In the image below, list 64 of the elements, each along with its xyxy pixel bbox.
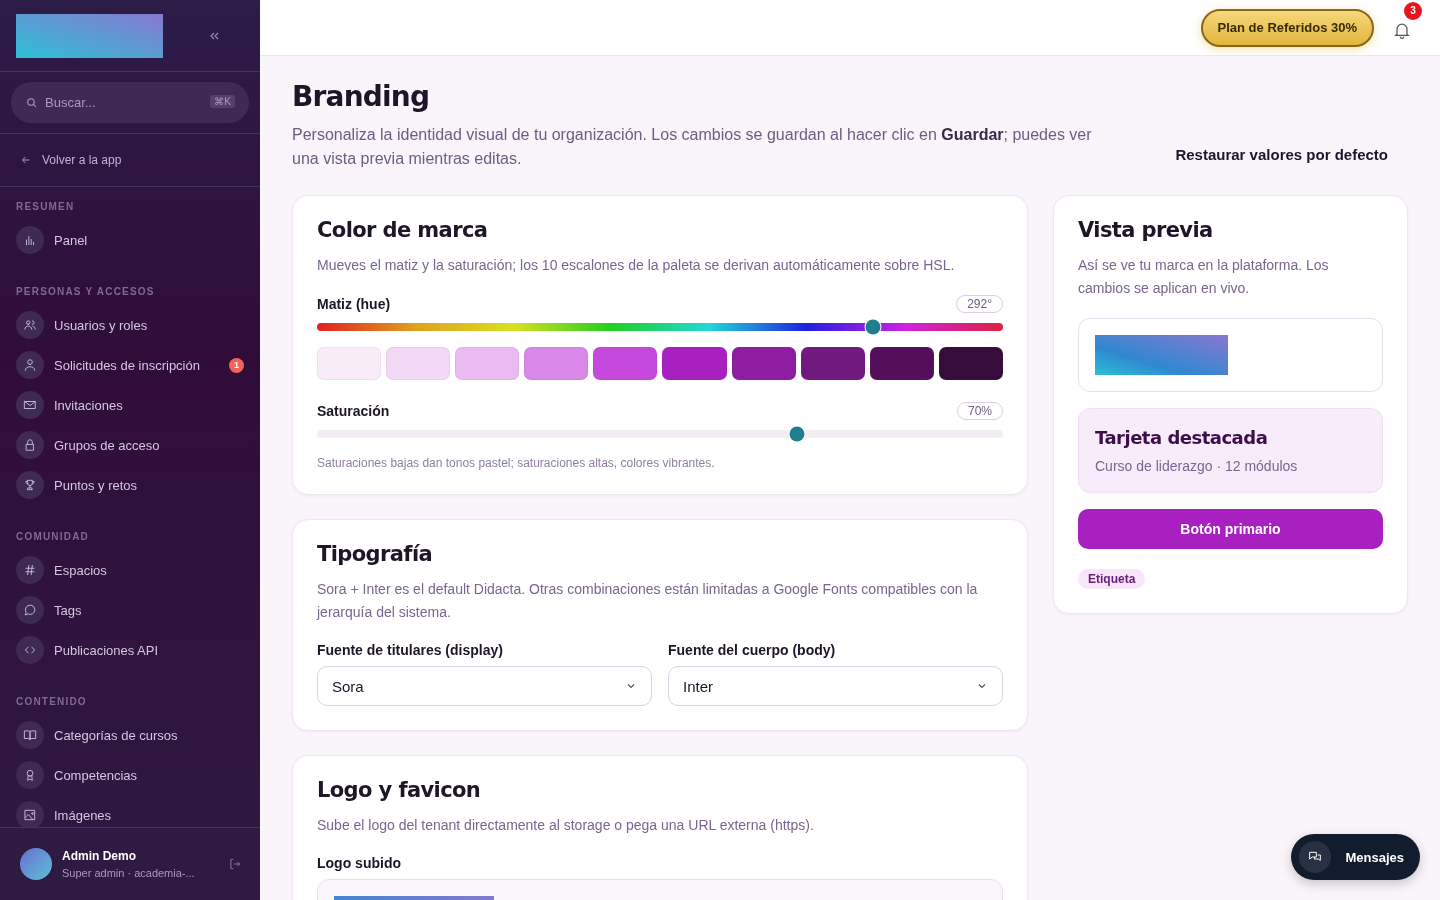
section-heading: RESUMEN xyxy=(15,200,76,214)
logout-icon[interactable] xyxy=(228,857,242,871)
nav-item[interactable]: Solicitudes de inscripción 1 xyxy=(0,345,260,385)
section-heading: CONTENIDO xyxy=(15,695,88,709)
card-description: Sube el logo del tenant directamente al storage o pega una URL externa (https). xyxy=(317,816,815,835)
card-title: Tipografía xyxy=(317,542,434,566)
page-description: Personaliza la identidad visual de tu organización. Los cambios se guardan al hacer clic en Guardar; puedes ver una vista previa mientras editas. xyxy=(292,125,1093,169)
nav-item[interactable]: Invitaciones xyxy=(0,385,260,425)
hint-text: Saturaciones bajas dan tonos pastel; saturaciones altas, colores vibrantes. xyxy=(317,456,716,470)
featured-card-title: Tarjeta destacada xyxy=(1095,427,1269,448)
nav-item[interactable]: Puntos y retos xyxy=(0,465,260,505)
section-heading: COMUNIDAD xyxy=(15,530,91,544)
featured-card-subtitle: Curso de liderazgo · 12 módulos xyxy=(1095,458,1299,474)
slider-label: Saturación xyxy=(317,403,390,419)
slider-thumb[interactable] xyxy=(789,426,805,442)
nav-item[interactable]: Usuarios y roles xyxy=(0,305,260,345)
count-badge: 1 xyxy=(229,357,244,373)
restore-defaults-button[interactable]: Restaurar valores por defecto xyxy=(1175,146,1408,171)
nav-item[interactable]: Tags xyxy=(0,590,260,630)
page-title: Branding xyxy=(292,80,431,113)
card-description: Sora + Inter es el default Didacta. Otras combinaciones están limitadas a Google Fonts compatibles con la jerarquía del sistema. xyxy=(317,580,979,622)
field-label: Fuente de titulares (display) xyxy=(317,642,504,658)
trophy-icon xyxy=(16,471,44,499)
book-icon xyxy=(16,721,44,749)
hash-icon xyxy=(16,556,44,584)
award-icon xyxy=(16,761,44,789)
slider-label: Matiz (hue) xyxy=(317,296,391,312)
messages-button[interactable]: Mensajes xyxy=(1291,834,1420,880)
card-title: Logo y favicon xyxy=(317,778,482,802)
section-heading: PERSONAS Y ACCESOS xyxy=(15,285,156,299)
bar-chart-icon xyxy=(16,226,44,254)
field-label: Logo subido xyxy=(317,855,402,871)
card-description: Así se ve tu marca en la plataforma. Los cambios se aplican en vivo. xyxy=(1078,256,1330,298)
code-icon xyxy=(16,636,44,664)
nav-item[interactable]: Grupos de acceso xyxy=(0,425,260,465)
shortcut-hint: ⌘K xyxy=(210,95,235,108)
primary-button[interactable]: Botón primario xyxy=(1078,509,1383,549)
mail-icon xyxy=(16,391,44,419)
font-select[interactable]: Sora xyxy=(317,666,652,706)
field-label: Fuente del cuerpo (body) xyxy=(668,642,837,658)
user-name: Admin Demo xyxy=(62,849,137,863)
font-select[interactable]: Inter xyxy=(668,666,1003,706)
arrow-left-icon xyxy=(20,154,32,166)
lock-icon xyxy=(16,431,44,459)
nav-item[interactable]: Imágenes xyxy=(0,795,260,827)
user-role: Super admin · academia-... xyxy=(62,867,196,879)
chat-bubble-icon xyxy=(16,596,44,624)
referral-button[interactable]: Plan de Referidos 30% xyxy=(1200,8,1374,47)
nav-item[interactable]: Competencias xyxy=(0,755,260,795)
nav-item[interactable]: Categorías de cursos xyxy=(0,715,260,755)
user-icon xyxy=(16,351,44,379)
notification-badge: 3 xyxy=(1404,1,1422,20)
nav-item[interactable]: Espacios xyxy=(0,550,260,590)
nav-item[interactable]: Publicaciones API xyxy=(0,630,260,670)
slider-thumb[interactable] xyxy=(865,319,881,335)
users-icon xyxy=(16,311,44,339)
search-icon xyxy=(25,96,38,109)
avatar xyxy=(20,848,52,880)
tag: Etiqueta xyxy=(1078,569,1146,589)
nav-item[interactable]: Panel xyxy=(0,220,260,260)
card-title: Vista previa xyxy=(1078,218,1214,242)
card-title: Color de marca xyxy=(317,218,489,242)
card-description: Mueves el matiz y la saturación; los 10 escalones de la paleta se derivan automáticamente sobre HSL. xyxy=(317,256,956,275)
chat-icon xyxy=(1299,841,1332,873)
